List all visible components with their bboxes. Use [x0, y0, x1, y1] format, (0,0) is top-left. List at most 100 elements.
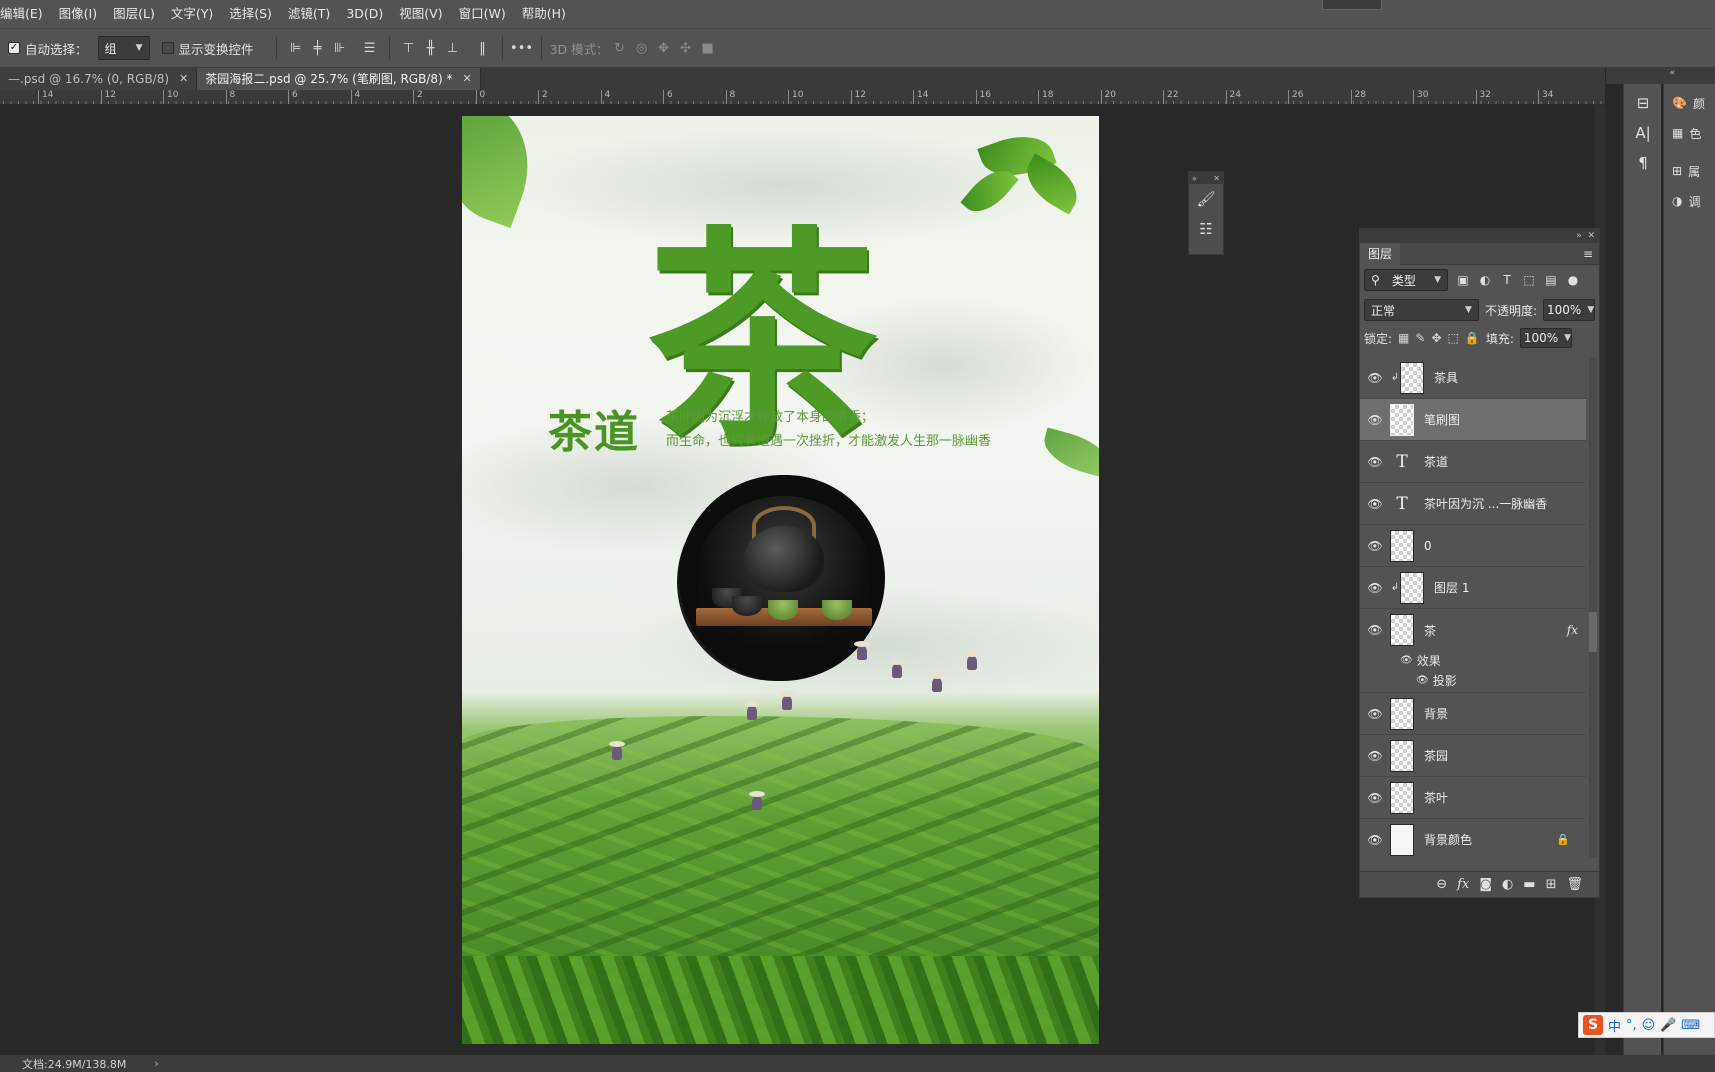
history-icon[interactable]: ⊟ [1624, 88, 1662, 118]
scrollbar-thumb[interactable] [1589, 612, 1597, 652]
new-layer-icon[interactable]: ⊞ [1546, 877, 1557, 892]
menu-window[interactable]: 窗口(W) [451, 0, 514, 28]
menu-edit[interactable]: 编辑(E) [0, 0, 51, 28]
show-transform-checkbox[interactable] [161, 42, 174, 54]
filter-kind-dropdown[interactable]: ⚲ 类型 ▼ [1364, 269, 1448, 291]
layer-row-text-brand[interactable]: 👁 T 茶道 [1360, 441, 1586, 483]
menu-type[interactable]: 文字(Y) [163, 0, 221, 28]
layer-row-layer-1[interactable]: 👁 ↲ 图层 1 [1360, 567, 1586, 609]
visibility-eye-icon[interactable]: 👁 [1360, 707, 1390, 721]
microphone-icon[interactable]: 🎤 [1660, 1018, 1676, 1033]
menu-layer[interactable]: 图层(L) [105, 0, 163, 28]
layers-scrollbar[interactable] [1589, 357, 1597, 857]
close-icon[interactable]: ✕ [1213, 174, 1220, 183]
lock-transparent-icon[interactable]: ▦ [1398, 331, 1409, 345]
layer-row-tea-set[interactable]: 👁 ↲ 茶具 [1360, 357, 1586, 399]
visibility-eye-icon[interactable]: 👁 [1360, 455, 1390, 469]
paragraph-icon[interactable]: ¶ [1624, 148, 1662, 178]
align-right-icon[interactable]: ⊪ [329, 37, 351, 59]
panel-collapse-bar[interactable]: « [1606, 68, 1715, 84]
brush-settings-icon[interactable]: 🖌 [1189, 184, 1223, 214]
orbit-3d-icon[interactable]: ↻ [609, 37, 631, 59]
dock-color[interactable]: 🎨 颜 [1664, 88, 1715, 118]
fill-input[interactable]: 100% ▼ [1519, 328, 1572, 348]
align-left-icon[interactable]: ⊫ [285, 37, 307, 59]
menu-view[interactable]: 视图(V) [391, 0, 450, 28]
filter-shape-icon[interactable]: ⬚ [1520, 273, 1538, 287]
brush-presets-icon[interactable]: ☷ [1189, 214, 1223, 244]
tab-document-1[interactable]: —.psd @ 16.7% (0, RGB/8) ✕ [0, 68, 198, 90]
delete-layer-icon[interactable]: 🗑 [1566, 877, 1583, 892]
layer-row-background[interactable]: 👁 背景 [1360, 693, 1586, 735]
lock-artboard-icon[interactable]: ⬚ [1448, 331, 1459, 345]
poster-canvas[interactable]: 茶 茶道 茶叶因为沉浮才释放了本身的清香； 而生命，也只有遭遇一次挫折，才能激发… [462, 116, 1099, 1044]
filter-smart-icon[interactable]: ▤ [1542, 273, 1560, 287]
layer-row-smart-object[interactable]: 👁 0 [1360, 525, 1586, 567]
menu-filter[interactable]: 滤镜(T) [280, 0, 338, 28]
slide-3d-icon[interactable]: ✣ [675, 37, 697, 59]
menu-select[interactable]: 选择(S) [221, 0, 280, 28]
visibility-eye-icon[interactable]: 👁 [1400, 655, 1413, 666]
lock-image-icon[interactable]: ✎ [1415, 331, 1425, 345]
drop-shadow-row[interactable]: 👁 投影 [1360, 669, 1586, 693]
visibility-eye-icon[interactable]: 👁 [1360, 833, 1390, 847]
dock-swatches[interactable]: ▦ 色 [1664, 118, 1715, 148]
horizontal-ruler[interactable]: 14 12 10 8 6 4 2 0 2 4 6 8 10 12 14 16 18 20 22 24 26 28 30 32 3… [0, 90, 1605, 105]
roll-3d-icon[interactable]: ◎ [631, 37, 653, 59]
keyboard-icon[interactable]: ⌨ [1681, 1018, 1700, 1033]
visibility-eye-icon[interactable]: 👁 [1360, 623, 1390, 637]
tab-document-2[interactable]: 茶园海报二.psd @ 25.7% (笔刷图, RGB/8) * ✕ [197, 68, 481, 90]
pan-3d-icon[interactable]: ✥ [653, 37, 675, 59]
visibility-eye-icon[interactable]: 👁 [1360, 413, 1390, 427]
new-group-icon[interactable]: ▬ [1523, 877, 1535, 892]
sogou-logo-icon[interactable]: S [1583, 1015, 1603, 1035]
visibility-eye-icon[interactable]: 👁 [1360, 539, 1390, 553]
window-controls[interactable] [1322, 0, 1382, 10]
link-layers-icon[interactable]: ⊖ [1436, 877, 1447, 892]
menu-3d[interactable]: 3D(D) [338, 0, 391, 28]
visibility-eye-icon[interactable]: 👁 [1360, 749, 1390, 763]
close-icon[interactable]: ✕ [179, 68, 188, 90]
filter-type-icon[interactable]: T [1498, 273, 1516, 287]
blend-mode-dropdown[interactable]: 正常 ▼ [1364, 299, 1479, 321]
expand-icon[interactable]: » [1576, 231, 1582, 241]
dock-adjustments[interactable]: ◑ 调 [1664, 186, 1715, 216]
lock-position-icon[interactable]: ✥ [1431, 331, 1441, 345]
more-options-icon[interactable]: ••• [510, 37, 533, 59]
close-icon[interactable]: ✕ [1587, 231, 1595, 241]
align-bottom-icon[interactable]: ⊥ [442, 37, 464, 59]
auto-select-checkbox[interactable]: ✓ [8, 42, 20, 54]
visibility-eye-icon[interactable]: 👁 [1416, 675, 1429, 686]
align-middle-v-icon[interactable]: ╫ [420, 37, 442, 59]
filter-adjustment-icon[interactable]: ◐ [1476, 273, 1494, 287]
align-top-icon[interactable]: ⊤ [398, 37, 420, 59]
menu-image[interactable]: 图像(I) [51, 0, 105, 28]
distribute-v-icon[interactable]: ‖ [472, 37, 494, 59]
dock-properties[interactable]: ⊞ 属 [1664, 156, 1715, 186]
layer-row-brush-image[interactable]: 👁 笔刷图 [1360, 399, 1586, 441]
layer-row-background-color[interactable]: 👁 背景颜色 🔒 [1360, 819, 1586, 857]
visibility-eye-icon[interactable]: 👁 [1360, 371, 1390, 385]
ime-language[interactable]: 中 [1608, 1016, 1621, 1035]
layer-row-tea-char[interactable]: 👁 茶 fx [1360, 609, 1586, 651]
status-menu-arrow-icon[interactable]: › [154, 1057, 158, 1070]
emoji-icon[interactable]: ☺ [1642, 1018, 1656, 1033]
add-mask-icon[interactable]: ◙ [1479, 877, 1492, 892]
scale-3d-icon[interactable]: ■ [697, 37, 719, 59]
layer-row-tea-leaves[interactable]: 👁 茶叶 [1360, 777, 1586, 819]
menu-help[interactable]: 帮助(H) [514, 0, 574, 28]
new-adjustment-icon[interactable]: ◐ [1502, 877, 1513, 892]
filter-pixel-icon[interactable]: ▣ [1454, 273, 1472, 287]
distribute-h-icon[interactable]: ☰ [359, 37, 381, 59]
visibility-eye-icon[interactable]: 👁 [1360, 581, 1390, 595]
close-icon[interactable]: ✕ [463, 68, 472, 90]
character-icon[interactable]: A| [1624, 118, 1662, 148]
auto-select-dropdown[interactable]: 组 ▼ [97, 36, 150, 60]
lock-all-icon[interactable]: 🔒 [1465, 331, 1480, 345]
add-style-icon[interactable]: fx [1457, 877, 1469, 892]
expand-icon[interactable]: » [1192, 174, 1197, 183]
filter-toggle-icon[interactable]: ● [1564, 273, 1582, 287]
layer-effects-icon[interactable]: fx [1567, 623, 1578, 637]
visibility-eye-icon[interactable]: 👁 [1360, 497, 1390, 511]
visibility-eye-icon[interactable]: 👁 [1360, 791, 1390, 805]
